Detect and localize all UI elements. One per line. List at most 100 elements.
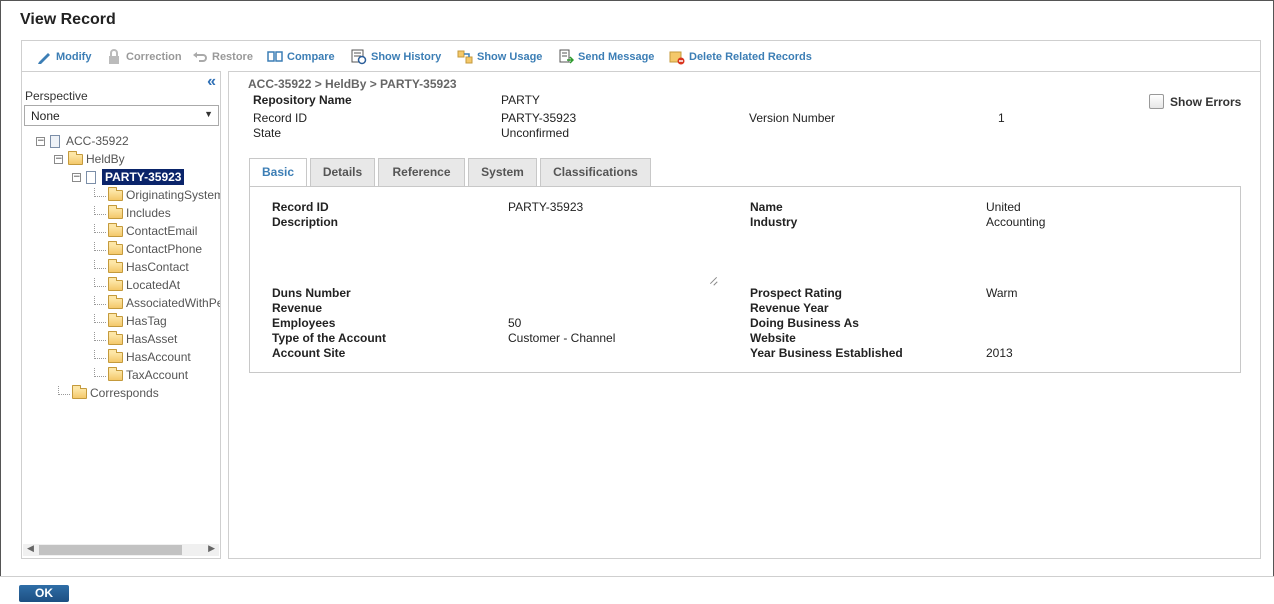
show-history-button[interactable]: Show History [351, 49, 441, 65]
restore-button[interactable]: Restore [192, 49, 253, 65]
basic-record-id-value: PARTY-35923 [508, 200, 584, 214]
compare-button[interactable]: Compare [267, 49, 335, 65]
compare-icon [267, 49, 283, 65]
navigation-panel: « Perspective None ▼ − ACC-35922 − HeldB… [21, 71, 221, 559]
modify-label: Modify [56, 51, 92, 63]
collapse-toggle-icon[interactable]: − [72, 172, 81, 182]
folder-icon [108, 312, 123, 327]
perspective-select[interactable]: None ▼ [24, 105, 219, 126]
tree-node-party[interactable]: − PARTY-35923 [72, 169, 185, 185]
checkbox-icon[interactable] [1149, 94, 1164, 109]
send-message-label: Send Message [578, 51, 655, 63]
undo-icon [192, 49, 208, 65]
tree-node-label: HasAccount [126, 350, 191, 364]
version-number-value: 1 [998, 111, 1005, 125]
tab-classifications[interactable]: Classifications [540, 158, 651, 186]
industry-value: Accounting [986, 215, 1046, 229]
folder-icon [108, 330, 123, 345]
collapse-toggle-icon[interactable]: − [36, 136, 45, 146]
tree-node-label: HeldBy [86, 152, 125, 166]
basic-tab-panel: Record ID PARTY-35923 Description Name U… [249, 186, 1241, 373]
correction-button[interactable]: Correction [106, 49, 182, 65]
folder-icon [108, 222, 123, 237]
dropdown-arrow-icon: ▼ [204, 109, 213, 119]
basic-record-id-label: Record ID [272, 200, 329, 214]
tree-node-corresponds[interactable]: Corresponds [58, 384, 159, 401]
tree-node-child[interactable]: HasContact [94, 258, 189, 275]
ok-button[interactable]: OK [19, 585, 69, 602]
tree-node-label: ContactEmail [126, 224, 198, 238]
tree-node-child[interactable]: Includes [94, 204, 171, 221]
revenue-label: Revenue [272, 301, 323, 315]
show-errors-checkbox[interactable]: Show Errors [1149, 94, 1241, 109]
tree-node-label: PARTY-35923 [102, 169, 185, 185]
modify-button[interactable]: Modify [36, 49, 91, 65]
dialog-footer: OK [0, 576, 1274, 604]
pencil-icon [36, 49, 52, 65]
tab-reference[interactable]: Reference [378, 158, 465, 186]
scrollbar-thumb[interactable] [39, 545, 182, 555]
prospect-rating-value: Warm [986, 286, 1018, 300]
website-label: Website [750, 331, 796, 345]
tree-node-label: Corresponds [90, 386, 159, 400]
repository-name-label: Repository Name [253, 93, 352, 107]
tree-node-heldby[interactable]: − HeldBy [54, 150, 125, 167]
tree-node-child[interactable]: HasAsset [94, 330, 178, 347]
employees-value: 50 [508, 316, 522, 330]
account-site-label: Account Site [272, 346, 346, 360]
show-history-label: Show History [371, 51, 442, 63]
tree-node-child[interactable]: HasAccount [94, 348, 191, 365]
version-number-label: Version Number [749, 111, 836, 125]
tree-node-label: HasAsset [126, 332, 178, 346]
description-label: Description [272, 215, 339, 229]
show-usage-button[interactable]: Show Usage [457, 49, 542, 65]
message-icon [558, 49, 575, 65]
tree-node-child[interactable]: TaxAccount [94, 366, 189, 383]
record-id-label: Record ID [253, 111, 308, 125]
delete-related-button[interactable]: Delete Related Records [669, 49, 812, 65]
record-tree: − ACC-35922 − HeldBy − PARTY-35923 Origi… [22, 130, 220, 540]
lock-icon [106, 49, 122, 65]
tree-node-child[interactable]: AssociatedWithPerson [94, 294, 220, 311]
tree-node-child[interactable]: ContactEmail [94, 222, 198, 239]
dialog-title: View Record [20, 11, 116, 28]
year-established-value: 2013 [986, 346, 1013, 360]
folder-icon [68, 150, 83, 165]
delete-related-label: Delete Related Records [689, 51, 812, 63]
send-message-button[interactable]: Send Message [558, 49, 654, 65]
scroll-right-icon[interactable]: ▶ [208, 543, 215, 554]
account-type-value: Customer - Channel [508, 331, 616, 345]
account-type-label: Type of the Account [272, 331, 386, 345]
textarea-resize-handle[interactable] [708, 275, 718, 285]
state-label: State [253, 126, 282, 140]
tree-node-label: TaxAccount [126, 368, 189, 382]
tree-node-label: HasTag [126, 314, 167, 328]
duns-number-label: Duns Number [272, 286, 351, 300]
folder-icon [108, 276, 123, 291]
delete-records-icon [669, 49, 685, 65]
tab-basic[interactable]: Basic [249, 158, 307, 187]
collapse-panel-icon[interactable]: « [207, 73, 216, 91]
tree-node-root[interactable]: − ACC-35922 [36, 133, 129, 149]
folder-icon [108, 348, 123, 363]
folder-icon [108, 366, 123, 381]
collapse-toggle-icon[interactable]: − [54, 154, 63, 164]
folder-icon [108, 186, 123, 201]
state-value: Unconfirmed [501, 126, 570, 140]
scroll-left-icon[interactable]: ◀ [27, 543, 34, 554]
tab-details[interactable]: Details [310, 158, 375, 186]
tree-node-label: Includes [126, 206, 171, 220]
tree-node-label: LocatedAt [126, 278, 181, 292]
tree-node-child[interactable]: HasTag [94, 312, 167, 329]
name-label: Name [750, 200, 783, 214]
tree-node-child[interactable]: ContactPhone [94, 240, 202, 257]
tab-system[interactable]: System [468, 158, 537, 186]
tree-node-child[interactable]: OriginatingSystem [94, 186, 220, 203]
doing-business-as-label: Doing Business As [750, 316, 859, 330]
correction-label: Correction [126, 51, 182, 63]
year-established-label: Year Business Established [750, 346, 903, 360]
horizontal-scrollbar[interactable]: ◀ ▶ [23, 543, 219, 556]
tree-node-child[interactable]: LocatedAt [94, 276, 181, 293]
show-errors-label: Show Errors [1170, 94, 1242, 109]
usage-icon [457, 49, 473, 65]
